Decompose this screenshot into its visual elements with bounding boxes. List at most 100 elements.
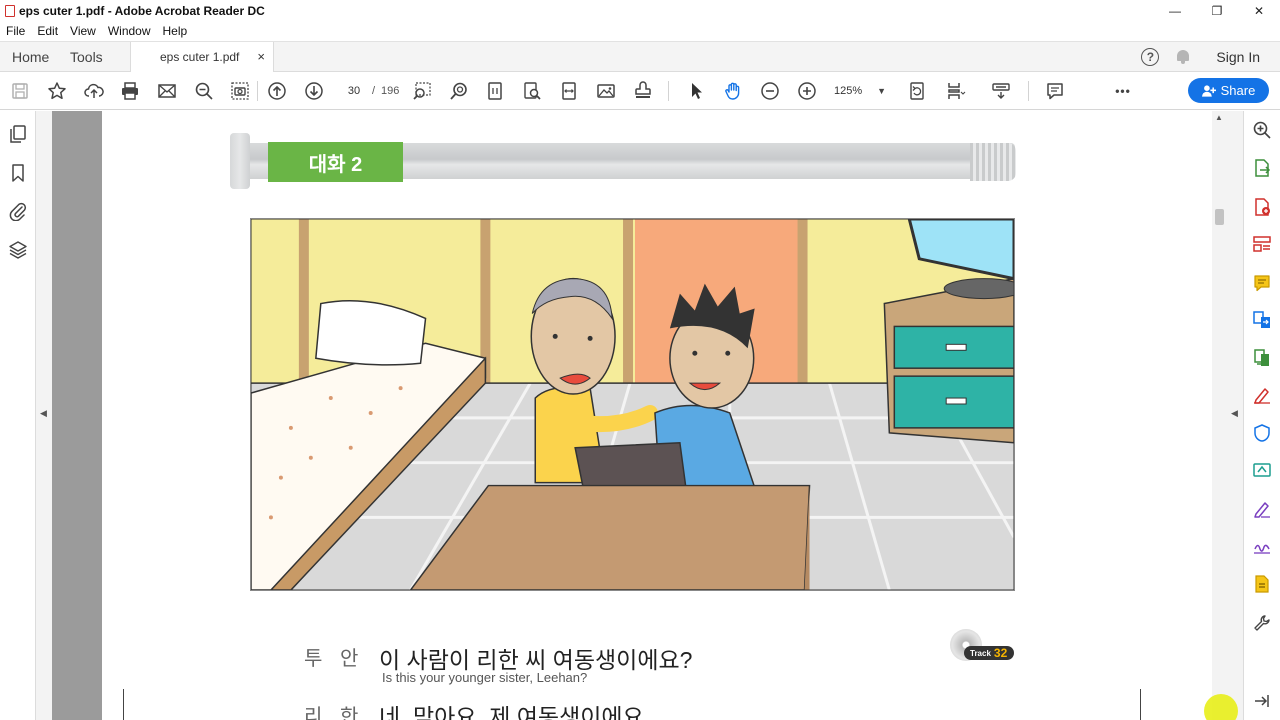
protect-icon[interactable] — [1252, 423, 1272, 443]
pdf-file-icon — [5, 4, 15, 17]
print-icon[interactable] — [119, 80, 141, 102]
upload-cloud-icon[interactable] — [83, 80, 105, 102]
dialogue-speaker: 리 한 — [304, 706, 365, 720]
bookmark-icon[interactable] — [8, 163, 28, 183]
audio-track-badge[interactable]: Track 32 — [950, 629, 1016, 663]
share-button-label: Share — [1220, 83, 1256, 98]
comment-tool-icon[interactable] — [1252, 273, 1272, 293]
hand-tool-icon[interactable] — [722, 80, 744, 102]
zoom-out-search-icon[interactable] — [193, 80, 215, 102]
comment-icon[interactable] — [1044, 80, 1066, 102]
save-icon[interactable] — [9, 80, 31, 102]
dialogue-line: 네, 맞아요. 제 여동생이에요. — [379, 704, 651, 720]
create-pdf-icon[interactable] — [1252, 197, 1272, 217]
export-pdf-icon[interactable] — [1252, 158, 1272, 178]
pages-icon[interactable] — [8, 124, 28, 144]
toolbar-separator — [668, 81, 669, 101]
tab-home[interactable]: Home — [12, 42, 49, 72]
menu-help[interactable]: Help — [163, 24, 188, 38]
layers-icon[interactable] — [8, 240, 28, 260]
expand-left-panel-icon[interactable]: ◀ — [40, 408, 47, 419]
tab-close-icon[interactable]: × — [257, 42, 265, 72]
edit-pdf-icon[interactable] — [1252, 499, 1272, 519]
minimize-button[interactable]: — — [1154, 0, 1196, 21]
menu-view[interactable]: View — [70, 24, 96, 38]
share-person-icon — [1201, 84, 1216, 97]
dialogue-illustration — [250, 218, 1015, 591]
left-navigation-panel — [0, 111, 36, 720]
previous-page-icon[interactable] — [266, 80, 288, 102]
dialogue-translation: Is this your younger sister, Leehan? — [382, 670, 588, 685]
sign-in-link[interactable]: Sign In — [1216, 49, 1260, 65]
banner-thread — [970, 143, 1016, 181]
organize-pages-icon[interactable] — [1252, 234, 1272, 254]
zoom-in-icon[interactable] — [796, 80, 818, 102]
notification-bell-icon[interactable] — [1176, 49, 1190, 65]
help-icon[interactable]: ? — [1141, 48, 1160, 66]
compress-icon[interactable] — [1252, 348, 1272, 368]
zoom-in-search-icon[interactable] — [448, 80, 470, 102]
page-number-input[interactable]: 30 — [340, 81, 368, 101]
email-icon[interactable] — [156, 80, 178, 102]
send-review-icon[interactable] — [1252, 460, 1272, 480]
panel-toggle-icon[interactable] — [1252, 691, 1272, 711]
toolbar-separator — [1028, 81, 1029, 101]
banner-cap — [230, 133, 250, 189]
zoom-level-select[interactable]: 125% ▼ — [834, 81, 890, 101]
tab-document[interactable]: eps cuter 1.pdf × — [130, 42, 274, 73]
page-total: 196 — [381, 85, 400, 97]
page-margin-rule — [1140, 689, 1141, 720]
close-window-button[interactable]: ✕ — [1238, 0, 1280, 21]
more-options-icon[interactable]: ••• — [1112, 80, 1134, 102]
page-separator: / — [372, 85, 376, 97]
menu-file[interactable]: File — [6, 24, 25, 38]
image-edit-icon[interactable] — [595, 80, 617, 102]
maximize-button[interactable]: ❐ — [1196, 0, 1238, 21]
page-margin-rule — [123, 689, 124, 720]
track-number: 32 — [993, 646, 1008, 660]
search-zoom-icon[interactable] — [1252, 120, 1272, 140]
tab-document-label: eps cuter 1.pdf — [160, 50, 240, 64]
collapse-right-panel-icon[interactable]: ◀ — [1231, 408, 1238, 419]
combine-files-icon[interactable] — [1252, 310, 1272, 330]
select-area-zoom-icon[interactable] — [411, 80, 433, 102]
window-controls: — ❐ ✕ — [1154, 0, 1280, 21]
menu-window[interactable]: Window — [108, 24, 151, 38]
zoom-out-icon[interactable] — [759, 80, 781, 102]
chevron-down-icon: ▼ — [877, 86, 886, 96]
bookmark-star-icon[interactable] — [46, 80, 68, 102]
scroll-up-icon[interactable]: ▲ — [1215, 113, 1223, 122]
select-cursor-icon[interactable] — [686, 80, 708, 102]
menu-edit[interactable]: Edit — [37, 24, 58, 38]
share-button[interactable]: Share — [1188, 78, 1269, 103]
right-tools-panel — [1243, 111, 1280, 720]
fit-width-icon[interactable] — [558, 80, 580, 102]
dialogue-speaker: 투 안 — [304, 648, 365, 670]
rotate-view-icon[interactable] — [906, 80, 928, 102]
vertical-scrollbar[interactable]: ▲ — [1212, 111, 1227, 720]
header-tools: ? Sign In — [1141, 42, 1280, 72]
snapshot-icon[interactable] — [229, 80, 251, 102]
next-page-icon[interactable] — [303, 80, 325, 102]
find-text-icon[interactable] — [521, 80, 543, 102]
section-title: 대화 2 — [268, 142, 403, 182]
stamp-icon[interactable] — [632, 80, 654, 102]
mouse-cursor-highlight — [1204, 694, 1238, 720]
tools-more-icon[interactable] — [1252, 613, 1272, 633]
tab-tools[interactable]: Tools — [70, 42, 103, 72]
right-panel-gutter: ◀ — [1227, 111, 1243, 720]
scan-icon[interactable] — [1252, 574, 1272, 594]
attachment-icon[interactable] — [8, 201, 28, 222]
track-label: Track — [970, 648, 991, 658]
room-scene-image — [251, 219, 1014, 590]
menu-bar: File Edit View Window Help — [0, 21, 1280, 41]
read-mode-icon[interactable] — [990, 80, 1012, 102]
toolbar-separator — [257, 81, 258, 101]
sign-icon[interactable] — [1252, 537, 1272, 557]
fill-sign-icon[interactable] — [1252, 385, 1272, 405]
page-fit-icon[interactable] — [484, 80, 506, 102]
tab-bar: Home Tools eps cuter 1.pdf × ? Sign In — [0, 41, 1280, 73]
left-panel-gutter: ◀ — [36, 111, 52, 720]
scrollbar-thumb[interactable] — [1215, 209, 1224, 225]
page-display-icon[interactable] — [945, 80, 967, 102]
